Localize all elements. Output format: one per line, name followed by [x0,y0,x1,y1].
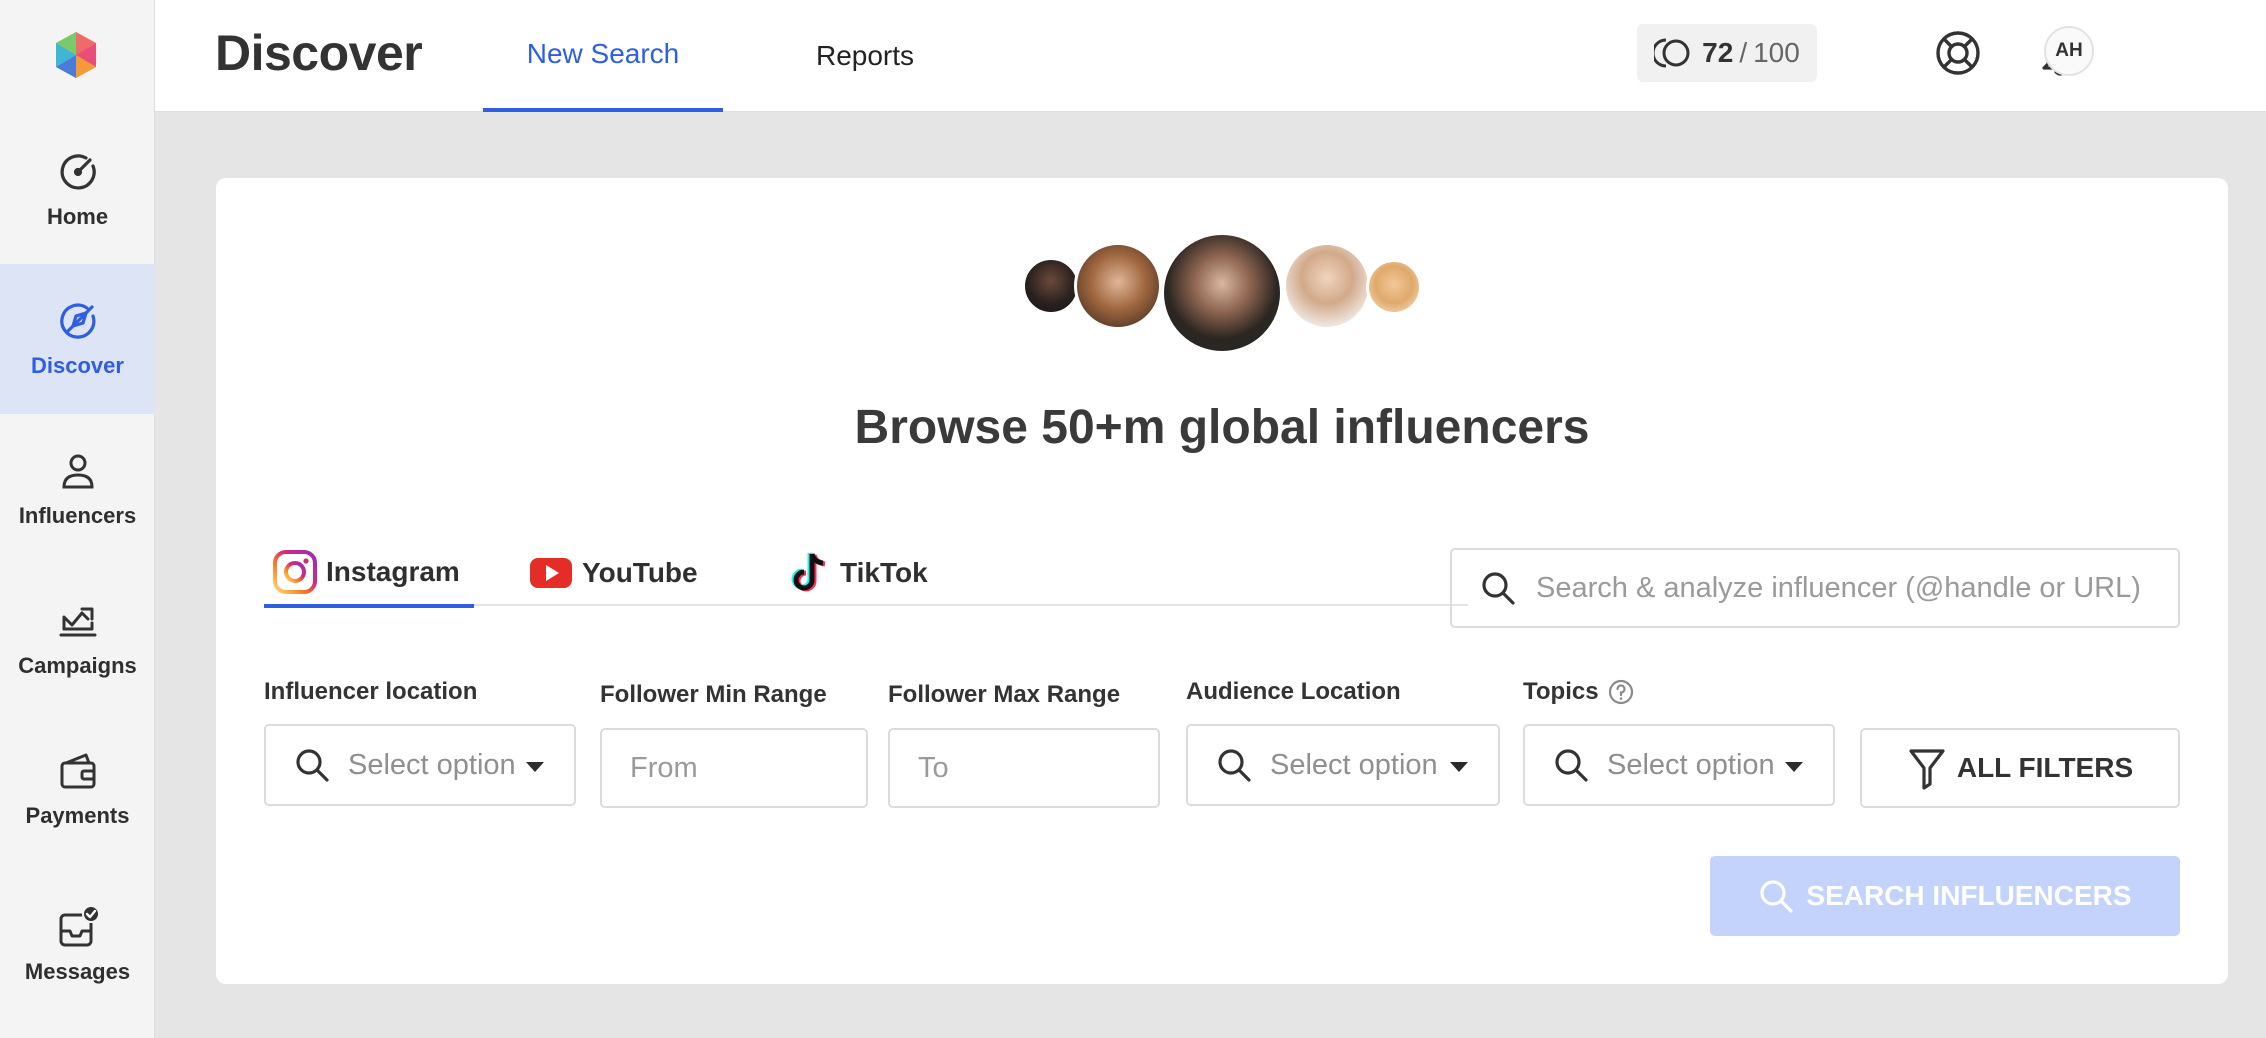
search-influencers-label: SEARCH INFLUENCERS [1806,880,2132,911]
tab-youtube[interactable]: YouTube [528,540,718,606]
audience-location-select[interactable]: Select option [1186,724,1500,806]
follower-max-input[interactable] [888,728,1160,808]
credits-icon [1654,38,1690,68]
top-header: Discover New Search Reports 72 / 100 AH [155,0,2266,112]
credits-total: 100 [1753,37,1800,68]
credits-used: 72 [1702,37,1734,68]
user-avatar[interactable]: AH [2044,26,2094,76]
tiktok-icon [791,552,826,592]
tab-youtube-label: YouTube [582,557,698,588]
influencer-location-select[interactable]: Select option [264,724,576,806]
sidebar-item-campaigns[interactable]: Campaigns [0,564,155,714]
app-logo[interactable] [51,30,101,80]
profile-search-input[interactable] [1536,571,2166,605]
follower-min-label: Follower Min Range [600,681,827,708]
tab-new-search[interactable]: New Search [483,0,723,112]
all-filters-label: ALL FILTERS [1956,752,2134,783]
credits-separator: / [1739,37,1748,68]
influencer-photo [1283,242,1371,330]
chart-icon [59,607,96,637]
sidebar-item-discover[interactable]: Discover [0,264,155,414]
search-icon [1555,749,1588,782]
help-lifebuoy-icon[interactable] [1933,28,1983,78]
sidebar-item-messages[interactable]: Messages [0,870,155,1020]
gauge-icon [60,154,96,190]
topics-label: Topics [1523,678,1635,706]
platform-tabs: Instagram YouTube TikTok [264,540,1468,608]
influencer-location-label: Influencer location [264,678,478,705]
sidebar: Home Discover Influencers Campaigns Paym… [0,0,155,1038]
tab-tiktok-label: TikTok [840,557,928,588]
page-title: Discover [215,25,423,81]
influencer-location-placeholder: Select option [348,748,516,781]
sidebar-item-home[interactable]: Home [0,115,155,265]
youtube-icon [530,558,572,588]
credits-counter: 72 / 100 [1637,24,1817,82]
audience-location-label: Audience Location [1186,678,1401,705]
chevron-down-icon [1785,762,1803,772]
all-filters-button[interactable]: ALL FILTERS [1860,728,2180,808]
search-influencers-button[interactable]: SEARCH INFLUENCERS [1710,856,2180,936]
topics-placeholder: Select option [1607,748,1775,781]
search-icon [1218,749,1251,782]
discover-card: Browse 50+m global influencers Instagram [216,178,2228,984]
sidebar-item-influencers[interactable]: Influencers [0,414,155,564]
search-icon [1760,880,1794,913]
help-icon[interactable] [1607,678,1635,706]
influencer-photo [1022,257,1080,315]
follower-max-label: Follower Max Range [888,681,1121,708]
hero-title: Browse 50+m global influencers [854,401,1590,454]
compass-icon [59,303,95,339]
tab-instagram-label: Instagram [326,556,460,587]
influencer-photo [1161,232,1283,354]
tab-instagram[interactable]: Instagram [264,540,474,608]
chevron-down-icon [1450,762,1468,772]
influencer-avatar-strip [216,232,2228,357]
follower-min-input[interactable] [600,728,868,808]
user-icon [61,454,94,489]
tab-tiktok[interactable]: TikTok [786,540,946,606]
instagram-icon [273,550,317,594]
audience-location-placeholder: Select option [1270,748,1438,781]
search-icon [296,749,329,782]
profile-search-box[interactable] [1450,548,2180,628]
filter-funnel-icon [1909,749,1945,790]
influencer-photo [1366,259,1422,315]
inbox-icon [59,905,100,947]
topics-label-text: Topics [1523,678,1599,705]
topics-select[interactable]: Select option [1523,724,1835,806]
wallet-icon [60,753,95,789]
chevron-down-icon [526,762,544,772]
tab-reports[interactable]: Reports [745,0,985,112]
search-icon [1482,572,1515,605]
influencer-photo [1074,242,1162,330]
sidebar-item-payments[interactable]: Payments [0,714,155,864]
